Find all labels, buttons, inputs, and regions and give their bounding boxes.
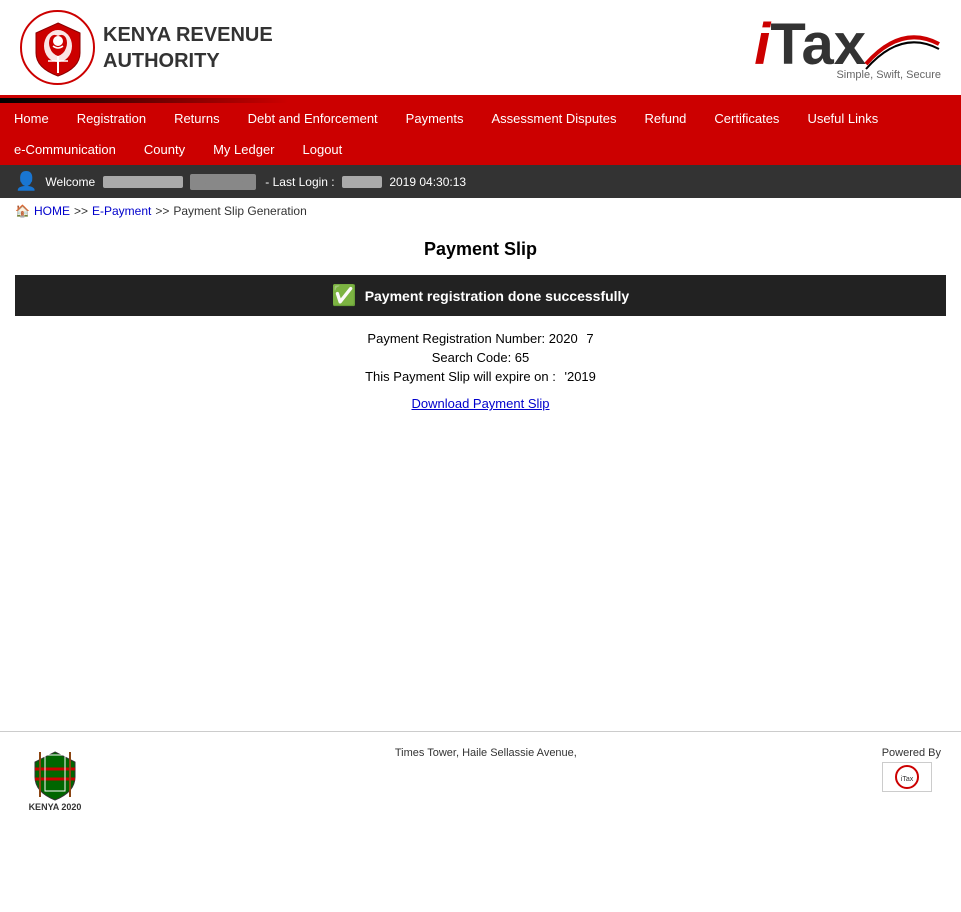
search-code-row: Search Code: 65: [15, 350, 946, 365]
nav-item-useful[interactable]: Useful Links: [793, 103, 892, 134]
header: KENYA REVENUE AUTHORITY i Tax Simple, Sw…: [0, 0, 961, 98]
itax-tagline: Simple, Swift, Secure: [836, 69, 941, 81]
nav-row-1: Home Registration Returns Debt and Enfor…: [0, 103, 961, 134]
kenya-logo: KENYA 2020: [20, 747, 90, 812]
nav-item-assessment[interactable]: Assessment Disputes: [477, 103, 630, 134]
expiry-label: This Payment Slip will expire on :: [365, 369, 556, 384]
powered-by-logo-icon: iTax: [887, 765, 927, 790]
logo-container: KENYA REVENUE AUTHORITY: [20, 10, 273, 85]
nav-item-certificates[interactable]: Certificates: [700, 103, 793, 134]
svg-text:iTax: iTax: [900, 776, 913, 783]
welcome-bar: 👤 Welcome (A████K) - Last Login : 2019 0…: [0, 165, 961, 198]
nav-item-ledger[interactable]: My Ledger: [199, 134, 288, 165]
breadcrumb-sep2: >>: [155, 204, 169, 218]
download-link-container: Download Payment Slip: [15, 388, 946, 411]
welcome-text: Welcome (A████K) - Last Login : 2019 04:…: [45, 175, 466, 189]
kenya-2020-text: KENYA 2020: [29, 802, 82, 812]
reg-number-label: Payment Registration Number: 2020: [367, 331, 577, 346]
main-content: Payment Slip ✅ Payment registration done…: [0, 224, 961, 431]
footer-right: Powered By iTax: [882, 747, 941, 792]
last-login-date-redacted: [342, 176, 382, 188]
breadcrumb-sep1: >>: [74, 204, 88, 218]
username-redacted: [103, 176, 183, 188]
itax-brand: i Tax: [754, 14, 941, 74]
reg-number-value: 7: [586, 331, 593, 346]
nav-item-ecomm[interactable]: e-Communication: [0, 134, 130, 165]
kra-logo-circle: [20, 10, 95, 85]
account-code-redacted: (A████K): [190, 174, 256, 190]
itax-i-letter: i: [754, 16, 770, 74]
success-banner: ✅ Payment registration done successfully: [15, 275, 946, 316]
payment-details: Payment Registration Number: 2020 7 Sear…: [15, 331, 946, 411]
expiry-row: This Payment Slip will expire on : '2019: [15, 369, 946, 384]
page-title: Payment Slip: [15, 239, 946, 260]
itax-tax-text: Tax: [770, 16, 866, 74]
success-message: Payment registration done successfully: [365, 288, 630, 304]
nav-item-refund[interactable]: Refund: [630, 103, 700, 134]
powered-by-logo: iTax: [882, 762, 932, 792]
nav-bar: Home Registration Returns Debt and Enfor…: [0, 103, 961, 165]
breadcrumb-epayment[interactable]: E-Payment: [92, 204, 151, 218]
nav-item-returns[interactable]: Returns: [160, 103, 234, 134]
nav-item-debt[interactable]: Debt and Enforcement: [234, 103, 392, 134]
nav-row-2: e-Communication County My Ledger Logout: [0, 134, 961, 165]
powered-by-label: Powered By: [882, 747, 941, 759]
nav-item-county[interactable]: County: [130, 134, 199, 165]
footer-left: KENYA 2020: [20, 747, 90, 812]
footer-address: Times Tower, Haile Sellassie Avenue,: [90, 747, 882, 759]
search-code-label: Search Code: 65: [432, 350, 530, 365]
user-icon: 👤: [15, 171, 37, 192]
itax-swoosh-icon: [861, 14, 941, 74]
kra-name: KENYA REVENUE AUTHORITY: [103, 22, 273, 74]
home-icon: 🏠: [15, 204, 30, 218]
reg-number-row: Payment Registration Number: 2020 7: [15, 331, 946, 346]
expiry-value: '2019: [564, 369, 595, 384]
check-circle-icon: ✅: [332, 283, 357, 308]
nav-item-logout[interactable]: Logout: [289, 134, 357, 165]
kra-shield-icon: [28, 18, 88, 78]
itax-logo: i Tax Simple, Swift, Secure: [754, 14, 941, 81]
nav-item-payments[interactable]: Payments: [392, 103, 478, 134]
breadcrumb-current: Payment Slip Generation: [173, 204, 306, 218]
kenya-emblem-icon: [20, 747, 90, 802]
download-payment-slip-link[interactable]: Download Payment Slip: [411, 396, 549, 411]
nav-item-home[interactable]: Home: [0, 103, 63, 134]
footer: KENYA 2020 Times Tower, Haile Sellassie …: [0, 731, 961, 827]
breadcrumb: 🏠 HOME >> E-Payment >> Payment Slip Gene…: [0, 198, 961, 224]
kra-name-text: KENYA REVENUE AUTHORITY: [103, 22, 273, 74]
breadcrumb-home[interactable]: HOME: [34, 204, 70, 218]
nav-item-registration[interactable]: Registration: [63, 103, 160, 134]
